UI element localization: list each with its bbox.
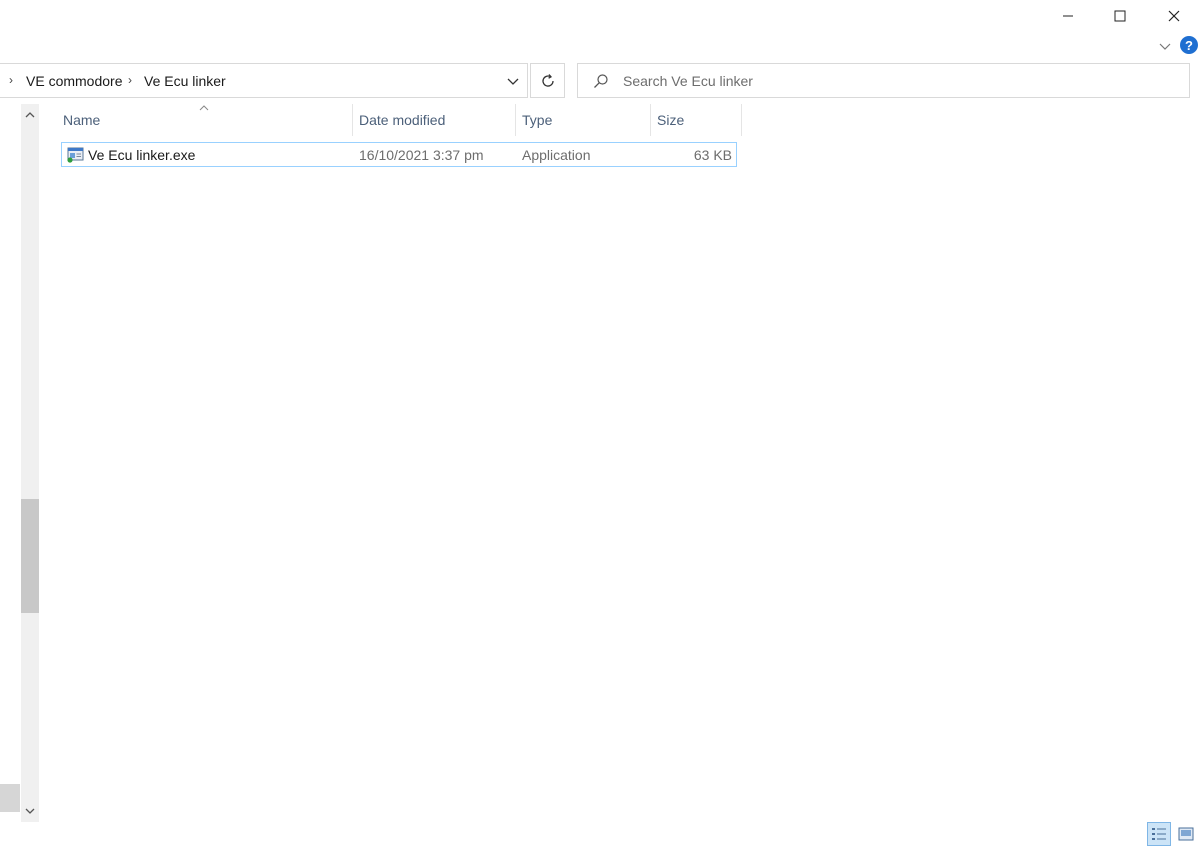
address-history-dropdown[interactable] — [506, 74, 520, 88]
refresh-button[interactable] — [530, 63, 565, 98]
column-label: Size — [657, 112, 685, 128]
close-button[interactable] — [1151, 0, 1197, 32]
expand-ribbon-button[interactable] — [1157, 38, 1173, 54]
column-header-type[interactable]: Type — [515, 104, 650, 136]
search-placeholder: Search Ve Ecu linker — [623, 73, 753, 89]
large-icons-view-button[interactable] — [1174, 822, 1198, 846]
large-icons-view-icon — [1178, 827, 1194, 841]
nav-pane-scrollbar[interactable] — [21, 104, 39, 822]
maximize-icon — [1114, 10, 1126, 22]
refresh-icon — [541, 73, 554, 87]
nav-pane-item[interactable] — [0, 784, 20, 812]
chevron-up-icon — [25, 112, 35, 118]
column-label: Name — [63, 112, 101, 128]
column-label: Type — [522, 112, 553, 128]
help-icon: ? — [1185, 37, 1193, 53]
application-exe-icon — [66, 147, 84, 163]
details-view-button[interactable] — [1147, 822, 1171, 846]
details-view-icon — [1152, 828, 1166, 840]
file-row[interactable]: Ve Ecu linker.exe 16/10/2021 3:37 pm App… — [61, 142, 737, 167]
breadcrumb-item-ve-ecu-linker[interactable]: Ve Ecu linker — [144, 73, 226, 89]
chevron-down-icon — [1159, 43, 1171, 50]
chevron-down-icon — [507, 78, 519, 85]
breadcrumb-separator: › — [9, 73, 13, 87]
file-size: 63 KB — [693, 147, 732, 163]
column-label: Date modified — [359, 112, 446, 128]
minimize-icon — [1063, 15, 1073, 17]
address-bar[interactable]: › VE commodore › Ve Ecu linker — [0, 63, 528, 98]
close-icon — [1168, 10, 1180, 22]
file-name: Ve Ecu linker.exe — [88, 147, 196, 163]
chevron-down-icon — [25, 808, 35, 814]
column-divider[interactable] — [741, 104, 742, 136]
scrollbar-thumb[interactable] — [21, 499, 39, 613]
breadcrumb-separator: › — [128, 73, 132, 87]
breadcrumb-item-ve-commodore[interactable]: VE commodore — [26, 73, 122, 89]
search-icon — [594, 74, 608, 88]
search-input[interactable]: Search Ve Ecu linker — [577, 63, 1190, 98]
column-header-date-modified[interactable]: Date modified — [352, 104, 515, 136]
scroll-down-button[interactable] — [21, 802, 39, 820]
help-button[interactable]: ? — [1180, 36, 1198, 54]
maximize-button[interactable] — [1097, 0, 1143, 32]
minimize-button[interactable] — [1045, 0, 1091, 32]
scroll-up-button[interactable] — [21, 106, 39, 124]
file-type: Application — [522, 147, 591, 163]
column-header-size[interactable]: Size — [650, 104, 741, 136]
column-header-name[interactable]: Name — [56, 104, 352, 136]
file-date-modified: 16/10/2021 3:37 pm — [359, 147, 484, 163]
